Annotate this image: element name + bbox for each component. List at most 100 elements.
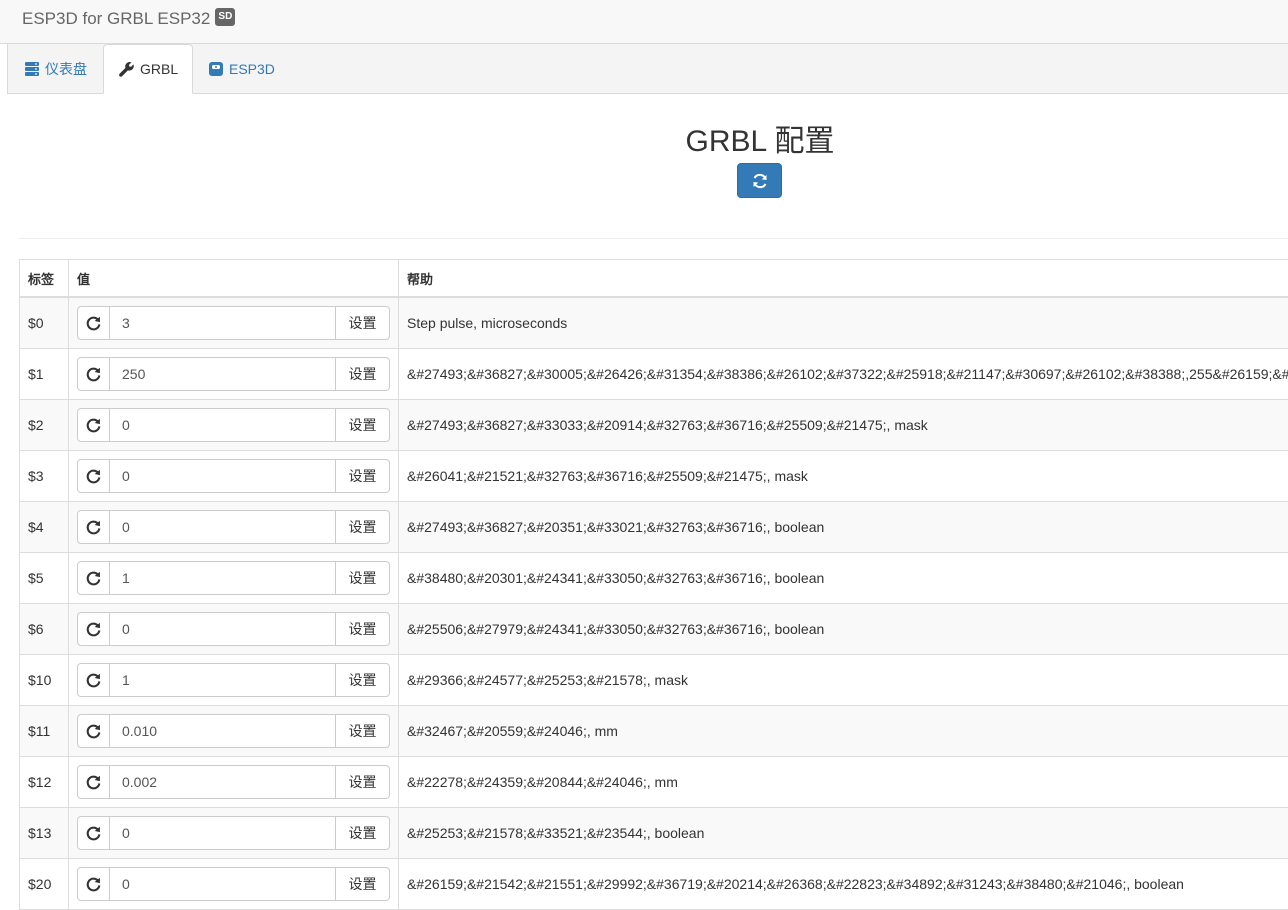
set-setting-button[interactable]: 设置 (336, 459, 390, 493)
refresh-setting-button[interactable] (77, 408, 110, 442)
setting-label-text: $6 (28, 621, 44, 637)
refresh-icon (85, 825, 102, 842)
setting-value-cell: 设置 (69, 349, 399, 400)
refresh-icon (85, 366, 102, 383)
setting-value-input[interactable] (110, 663, 336, 697)
refresh-setting-button[interactable] (77, 765, 110, 799)
setting-input-group: 设置 (77, 612, 390, 646)
refresh-setting-button[interactable] (77, 561, 110, 595)
refresh-setting-button[interactable] (77, 306, 110, 340)
tab-esp3d[interactable]: ESP3D (194, 44, 289, 93)
set-setting-button[interactable]: 设置 (336, 816, 390, 850)
table-row: $12 设置 &#22278;&#24359;&#20844;&#24046;,… (20, 757, 1288, 808)
set-setting-button[interactable]: 设置 (336, 663, 390, 697)
set-setting-button[interactable]: 设置 (336, 408, 390, 442)
refresh-setting-button[interactable] (77, 510, 110, 544)
setting-label: $6 (20, 604, 69, 655)
setting-input-group: 设置 (77, 306, 390, 340)
setting-value-input[interactable] (110, 306, 336, 340)
setting-label-text: $20 (28, 876, 51, 892)
setting-help: &#25253;&#21578;&#33521;&#23544;, boolea… (399, 808, 1288, 859)
setting-label-text: $12 (28, 774, 51, 790)
setting-value-input[interactable] (110, 459, 336, 493)
setting-label-text: $1 (28, 366, 44, 382)
setting-value-input[interactable] (110, 816, 336, 850)
setting-input-group: 设置 (77, 816, 390, 850)
table-row: $10 设置 &#29366;&#24577;&#25253;&#21578;,… (20, 655, 1288, 706)
setting-help: &#29366;&#24577;&#25253;&#21578;, mask (399, 655, 1288, 706)
setting-help: &#26041;&#21521;&#32763;&#36716;&#25509;… (399, 451, 1288, 502)
sd-card-icon: SD (215, 8, 235, 26)
header-value: 值 (69, 260, 399, 298)
refresh-setting-button[interactable] (77, 663, 110, 697)
setting-value-input[interactable] (110, 612, 336, 646)
setting-input-group: 设置 (77, 459, 390, 493)
setting-label: $13 (20, 808, 69, 859)
setting-value-input[interactable] (110, 357, 336, 391)
refresh-setting-button[interactable] (77, 816, 110, 850)
setting-help: &#32467;&#20559;&#24046;, mm (399, 706, 1288, 757)
table-row: $20 设置 &#26159;&#21542;&#21551;&#29992;&… (20, 859, 1288, 910)
setting-input-group: 设置 (77, 561, 390, 595)
set-setting-button[interactable]: 设置 (336, 765, 390, 799)
setting-value-input[interactable] (110, 867, 336, 901)
refresh-setting-button[interactable] (77, 867, 110, 901)
refresh-icon (751, 172, 769, 190)
setting-label-text: $3 (28, 468, 44, 484)
set-setting-button[interactable]: 设置 (336, 612, 390, 646)
page-title: GRBL 配置 (0, 116, 1288, 160)
setting-input-group: 设置 (77, 663, 390, 697)
set-setting-button[interactable]: 设置 (336, 357, 390, 391)
divider (19, 238, 1288, 239)
set-setting-button[interactable]: 设置 (336, 510, 390, 544)
refresh-icon (85, 468, 102, 485)
table-row: $1 设置 &#27493;&#36827;&#30005;&#26426;&#… (20, 349, 1288, 400)
setting-value-cell: 设置 (69, 706, 399, 757)
refresh-setting-button[interactable] (77, 459, 110, 493)
setting-label-text: $11 (28, 723, 50, 739)
setting-help: &#27493;&#36827;&#30005;&#26426;&#31354;… (399, 349, 1288, 400)
setting-value-input[interactable] (110, 765, 336, 799)
set-setting-button[interactable]: 设置 (336, 867, 390, 901)
setting-label-text: $0 (28, 315, 44, 331)
set-setting-button[interactable]: 设置 (336, 714, 390, 748)
setting-value-cell: 设置 (69, 655, 399, 706)
wrench-icon (118, 61, 135, 78)
refresh-all-button[interactable] (737, 163, 782, 198)
setting-value-input[interactable] (110, 408, 336, 442)
setting-label: $0 (20, 297, 69, 349)
server-icon (24, 61, 40, 77)
refresh-setting-button[interactable] (77, 714, 110, 748)
setting-input-group: 设置 (77, 765, 390, 799)
set-setting-button[interactable]: 设置 (336, 561, 390, 595)
setting-label: $4 (20, 502, 69, 553)
setting-value-cell: 设置 (69, 400, 399, 451)
setting-help: Step pulse, microseconds (399, 297, 1288, 349)
setting-value-cell: 设置 (69, 502, 399, 553)
tab-grbl[interactable]: GRBL (103, 44, 193, 94)
refresh-icon (85, 519, 102, 536)
tab-dashboard-label: 仪表盘 (45, 59, 87, 79)
esp3d-icon (208, 61, 224, 77)
setting-value-input[interactable] (110, 561, 336, 595)
setting-value-cell: 设置 (69, 553, 399, 604)
setting-label: $3 (20, 451, 69, 502)
refresh-setting-button[interactable] (77, 612, 110, 646)
tab-dashboard[interactable]: 仪表盘 (10, 44, 101, 93)
set-setting-button[interactable]: 设置 (336, 306, 390, 340)
refresh-icon (85, 876, 102, 893)
setting-label-text: $10 (28, 672, 51, 688)
setting-label-text: $2 (28, 417, 44, 433)
setting-value-cell: 设置 (69, 297, 399, 349)
setting-value-input[interactable] (110, 714, 336, 748)
app-title-text: ESP3D for GRBL ESP32 (22, 9, 210, 29)
refresh-setting-button[interactable] (77, 357, 110, 391)
setting-label: $12 (20, 757, 69, 808)
setting-input-group: 设置 (77, 357, 390, 391)
table-row: $0 设置 Step pulse, microseconds (20, 297, 1288, 349)
setting-value-cell: 设置 (69, 757, 399, 808)
refresh-icon (85, 621, 102, 638)
setting-help: &#22278;&#24359;&#20844;&#24046;, mm (399, 757, 1288, 808)
setting-value-input[interactable] (110, 510, 336, 544)
top-navbar: ESP3D for GRBL ESP32 SD (0, 0, 1288, 44)
